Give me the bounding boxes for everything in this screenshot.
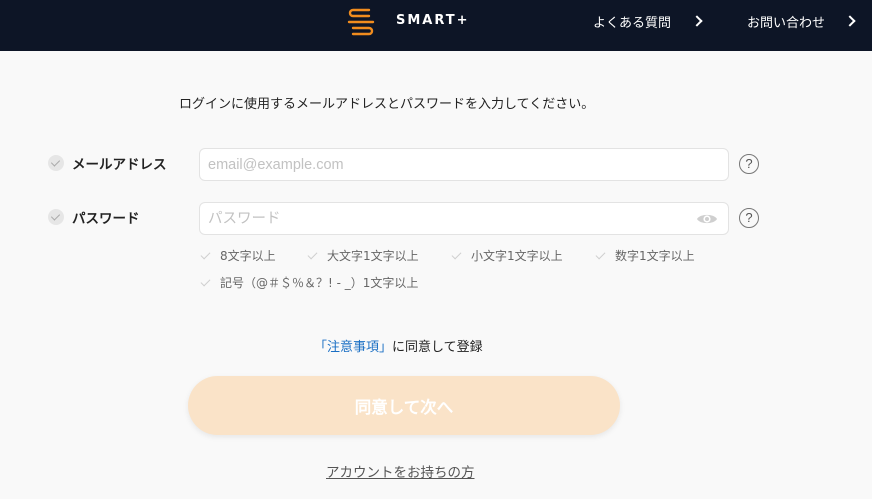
existing-account-link[interactable]: アカウントをお持ちの方 <box>326 461 475 481</box>
password-rule: 大文字1文字以上 <box>307 247 419 264</box>
email-field-box <box>199 148 729 181</box>
password-field-box <box>199 202 729 235</box>
chevron-right-icon <box>691 15 703 27</box>
checkmark-icon <box>200 277 212 289</box>
brand-name: SMART+ <box>396 13 470 28</box>
nav-contact-label: お問い合わせ <box>747 16 826 31</box>
password-rule: 記号（@＃＄％＆？! - _）1文字以上 <box>200 274 418 291</box>
agree-next-button[interactable]: 同意して次へ <box>188 376 620 435</box>
password-rule-label: 8文字以上 <box>220 249 276 263</box>
smart-s-logo-icon <box>347 8 375 36</box>
email-field[interactable] <box>200 149 728 180</box>
chevron-right-icon <box>844 15 856 27</box>
password-rule-label: 数字1文字以上 <box>615 249 695 263</box>
top-header: SMART+ よくある質問 お問い合わせ <box>0 0 872 51</box>
checkmark-icon <box>451 250 463 262</box>
password-label-row: パスワード <box>48 207 140 227</box>
password-rule-label: 記号（@＃＄％＆？! - _）1文字以上 <box>220 276 419 290</box>
question-circle-icon[interactable]: ? <box>739 154 759 174</box>
terms-open-bracket: 「 <box>314 340 328 355</box>
password-rule-label: 大文字1文字以上 <box>327 249 419 263</box>
password-rule: 数字1文字以上 <box>595 247 695 264</box>
checkmark-icon <box>200 250 212 262</box>
terms-suffix: に同意して登録 <box>392 340 483 355</box>
checkmark-icon <box>595 250 607 262</box>
terms-agreement: 「注意事項」に同意して登録 <box>314 336 483 355</box>
password-field[interactable] <box>200 203 728 234</box>
terms-close-bracket: 」 <box>379 340 393 355</box>
password-rule: 8文字以上 <box>200 247 276 264</box>
nav-faq-label: よくある質問 <box>593 16 672 31</box>
check-circle-icon <box>48 155 64 171</box>
password-rule: 小文字1文字以上 <box>451 247 563 264</box>
checkmark-icon <box>307 250 319 262</box>
password-label: パスワード <box>72 211 140 227</box>
password-rule-label: 小文字1文字以上 <box>471 249 563 263</box>
question-circle-icon[interactable]: ? <box>739 208 759 228</box>
nav-faq-link[interactable]: よくある質問 <box>593 12 703 31</box>
form-instruction: ログインに使用するメールアドレスとパスワードを入力してください。 <box>179 97 595 112</box>
email-label-row: メールアドレス <box>48 153 167 173</box>
terms-link[interactable]: 「注意事項」 <box>314 340 392 355</box>
email-label: メールアドレス <box>72 157 167 173</box>
check-circle-icon <box>48 209 64 225</box>
nav-contact-link[interactable]: お問い合わせ <box>747 12 856 31</box>
brand[interactable]: SMART+ <box>343 5 468 39</box>
eye-icon[interactable] <box>696 211 718 227</box>
terms-link-text: 注意事項 <box>327 340 380 355</box>
